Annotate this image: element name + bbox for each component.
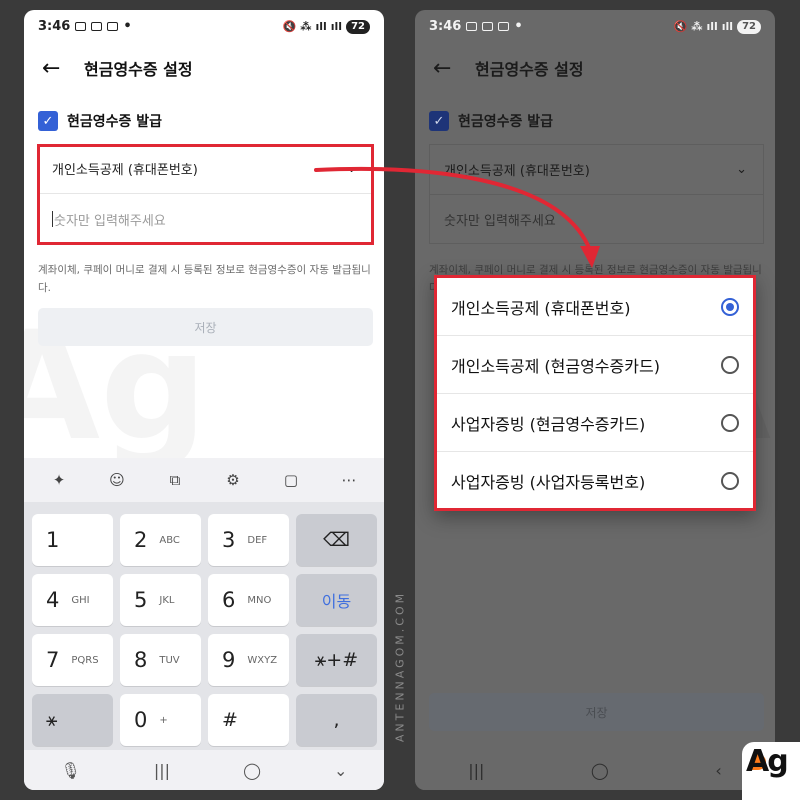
option-business-card[interactable]: 사업자증빙 (현금영수증카드) bbox=[437, 394, 753, 451]
option-business-registration[interactable]: 사업자증빙 (사업자등록번호) bbox=[437, 452, 753, 509]
option-personal-card[interactable]: 개인소득공제 (현금영수증카드) bbox=[437, 336, 753, 393]
option-personal-phone[interactable]: 개인소득공제 (휴대폰번호) bbox=[437, 278, 753, 335]
receipt-type-options-popup: 개인소득공제 (휴대폰번호) 개인소득공제 (현금영수증카드) 사업자증빙 (현… bbox=[434, 275, 756, 511]
site-watermark: ANTENNAGOM.COM bbox=[393, 590, 407, 743]
radio-icon[interactable] bbox=[721, 355, 739, 374]
radio-icon[interactable] bbox=[721, 471, 739, 490]
radio-icon[interactable] bbox=[721, 413, 739, 432]
brand-logo: Ag bbox=[742, 742, 800, 800]
radio-selected-icon[interactable] bbox=[721, 297, 739, 316]
